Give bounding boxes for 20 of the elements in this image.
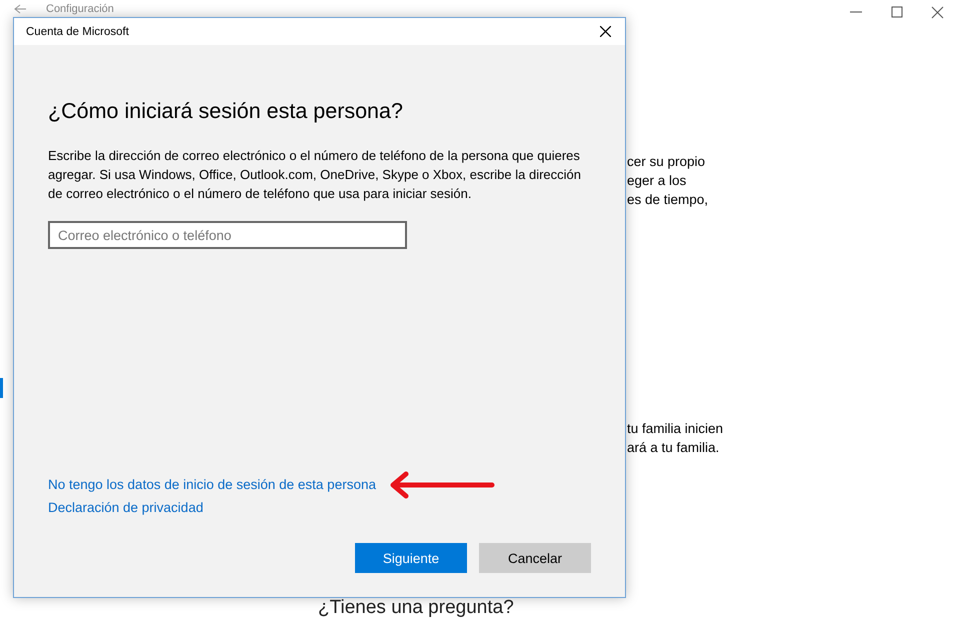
dialog-heading: ¿Cómo iniciará sesión esta persona?: [48, 99, 404, 124]
body-text: ará a tu familia.: [627, 439, 720, 457]
next-button[interactable]: Siguiente: [355, 543, 467, 573]
section-heading: ¿Tienes una pregunta?: [318, 597, 514, 619]
body-text: es de tiempo,: [627, 191, 710, 209]
maximize-icon[interactable]: [889, 6, 904, 18]
instructions-text: Escribe la dirección de correo electrónico o el número de teléfono de la persona que quieres agregar. Si usa Windows, Office, Outlook.com, OneDrive, Skype o Xbox, escribe la dirección de correo electrónico o el número de teléfono que usa para iniciar sesión.: [48, 147, 582, 203]
body-text: eger a los: [627, 172, 688, 190]
dialog-title: Cuenta de Microsoft: [26, 26, 129, 38]
selection-indicator: [0, 378, 3, 398]
window-title: Configuración: [46, 3, 114, 15]
link[interactable]: Declaración de privacidad: [48, 500, 204, 515]
close-icon[interactable]: [930, 6, 945, 18]
close-icon[interactable]: [600, 26, 611, 37]
link[interactable]: No tengo los datos de inicio de sesión de esta persona: [48, 477, 376, 492]
cancel-button[interactable]: Cancelar: [479, 543, 591, 573]
body-text: cer su propio: [627, 153, 706, 171]
email-field[interactable]: Correo electrónico o teléfono: [48, 221, 407, 249]
back-icon[interactable]: [14, 4, 26, 14]
body-text: tu familia inicien: [627, 420, 724, 438]
